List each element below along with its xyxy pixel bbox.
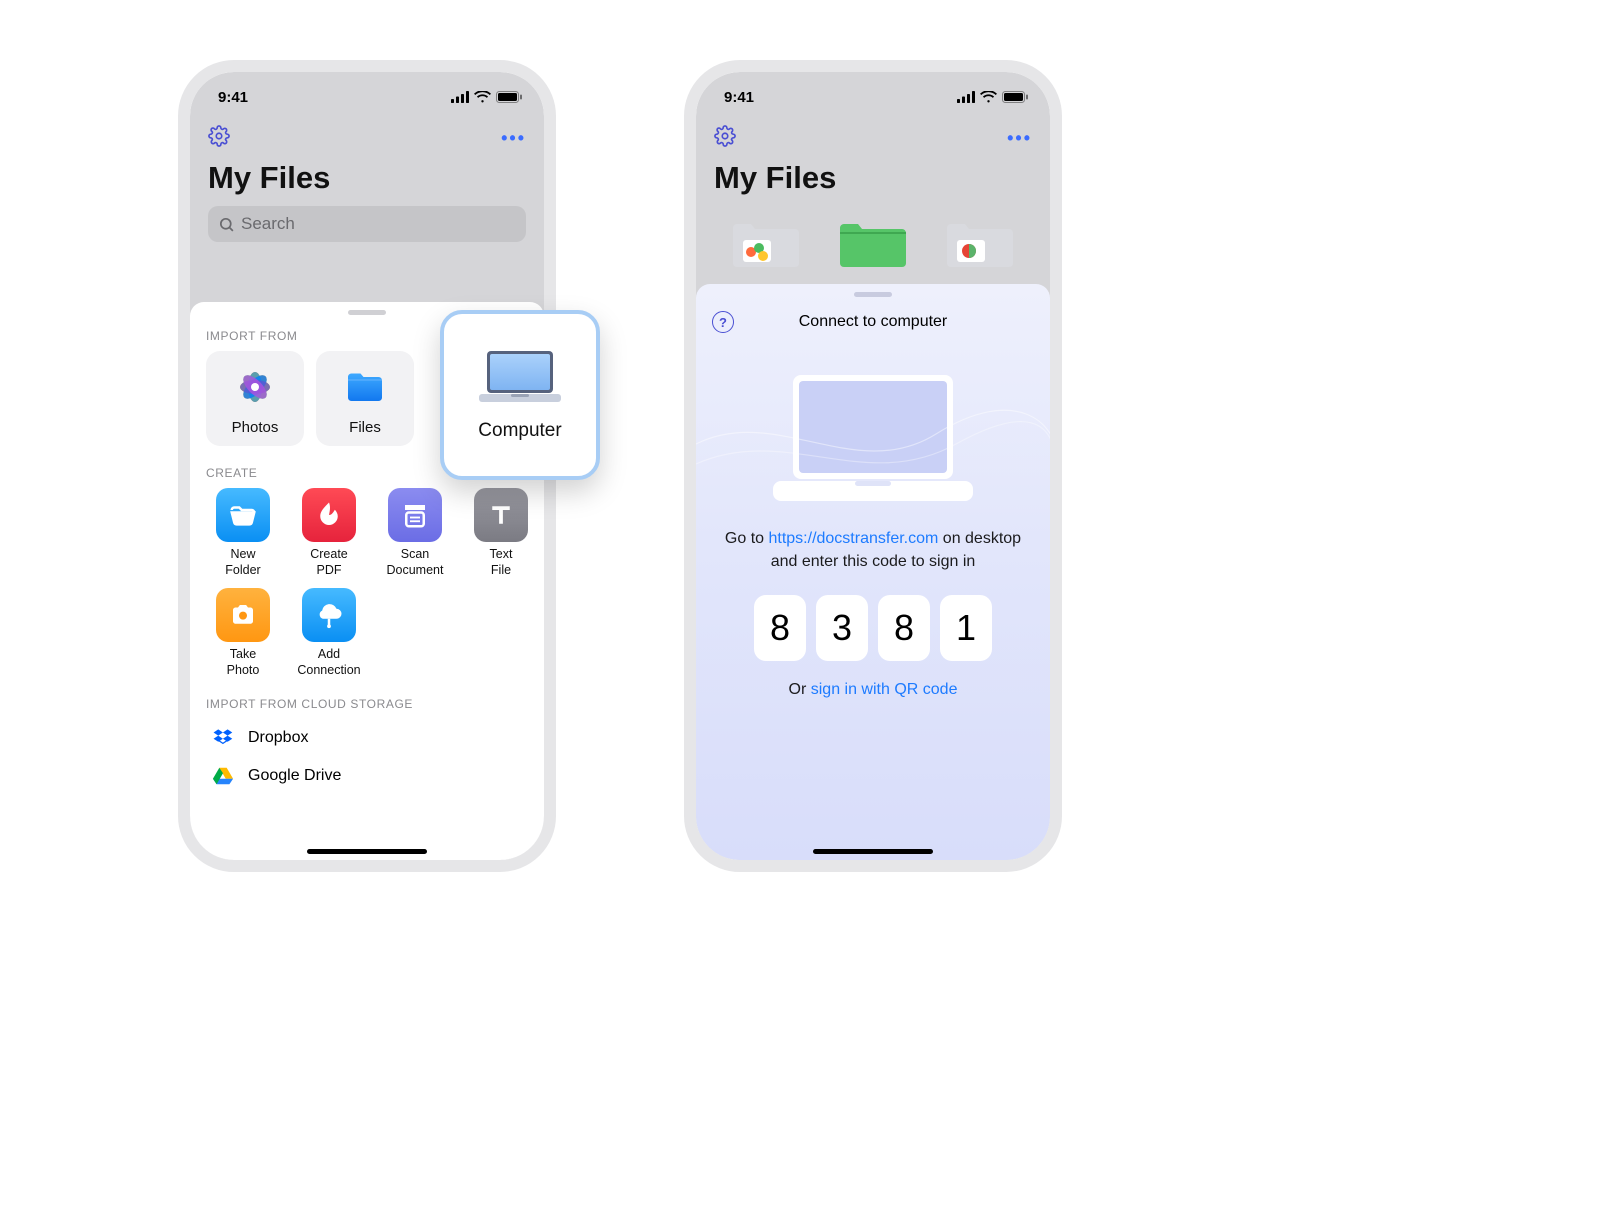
add-connection[interactable]: Add Connection [292,588,366,678]
laptop-illustration [763,369,983,509]
code-digit: 8 [754,595,806,661]
import-photos-tile[interactable]: Photos [206,351,304,446]
create-text-file[interactable]: Text File [464,488,538,578]
more-icon[interactable]: ••• [501,128,526,149]
cloud-icon [314,600,344,630]
create-pdf[interactable]: Create PDF [292,488,366,578]
page-title: My Files [208,160,526,196]
status-bar: 9:41 [190,72,544,116]
folder-thumbnail[interactable] [729,214,803,272]
item-label: Take Photo [227,647,260,678]
home-indicator[interactable] [813,849,933,854]
wifi-icon [980,91,997,103]
cellular-icon [957,91,975,103]
scan-document[interactable]: Scan Document [378,488,452,578]
settings-icon[interactable] [208,125,230,152]
status-right-icons [957,91,1028,103]
folder-row [696,196,1050,272]
more-icon[interactable]: ••• [1007,128,1032,149]
sign-in-code: 8 3 8 1 [696,595,1050,661]
create-new-folder[interactable]: New Folder [206,488,280,578]
help-icon[interactable]: ? [712,311,734,333]
list-label: Google Drive [248,767,341,785]
page-title: My Files [714,160,1032,196]
cellular-icon [451,91,469,103]
search-icon [218,216,235,233]
tile-label: Computer [478,420,561,442]
folder-icon [343,365,387,409]
item-label: Scan Document [387,547,444,578]
code-digit: 8 [878,595,930,661]
import-files-tile[interactable]: Files [316,351,414,446]
folder-thumbnail[interactable] [836,214,910,272]
folder-open-icon [228,500,258,530]
code-digit: 1 [940,595,992,661]
folder-thumbnail[interactable] [943,214,1017,272]
scanner-icon [400,500,430,530]
laptop-icon [475,348,565,406]
item-label: Add Connection [297,647,360,678]
search-input[interactable]: Search [208,206,526,242]
connect-title: Connect to computer [799,313,948,331]
tile-label: Files [349,419,381,436]
import-computer-tile-highlighted[interactable]: Computer [440,310,600,480]
text-icon [486,500,516,530]
camera-icon [228,600,258,630]
item-label: Create PDF [310,547,348,578]
list-label: Dropbox [248,729,308,747]
status-bar: 9:41 [696,72,1050,116]
tile-label: Photos [232,419,279,436]
battery-icon [496,91,522,103]
status-time: 9:41 [218,89,248,106]
cloud-import-label: IMPORT FROM CLOUD STORAGE [190,679,544,719]
connect-sheet: ? Connect to computer Go to https://docs… [696,284,1050,860]
dropbox-icon [212,727,234,749]
sheet-grabber[interactable] [854,292,892,297]
pdf-icon [314,500,344,530]
item-label: New Folder [225,547,260,578]
code-digit: 3 [816,595,868,661]
phone-right: 9:41 ••• My Files [684,60,1062,872]
qr-sign-in-link[interactable]: sign in with QR code [811,681,958,698]
battery-icon [1002,91,1028,103]
cloud-dropbox[interactable]: Dropbox [190,719,544,757]
photos-app-icon [233,365,277,409]
settings-icon[interactable] [714,125,736,152]
connect-instruction: Go to https://docstransfer.com on deskto… [696,527,1050,573]
take-photo[interactable]: Take Photo [206,588,280,678]
cloud-google-drive[interactable]: Google Drive [190,757,544,795]
status-time: 9:41 [724,89,754,106]
sheet-grabber[interactable] [348,310,386,315]
google-drive-icon [212,765,234,787]
status-right-icons [451,91,522,103]
item-label: Text File [490,547,513,578]
qr-alternative: Or sign in with QR code [696,681,1050,699]
search-placeholder: Search [241,214,295,234]
transfer-url-link[interactable]: https://docstransfer.com [768,530,938,547]
wifi-icon [474,91,491,103]
home-indicator[interactable] [307,849,427,854]
